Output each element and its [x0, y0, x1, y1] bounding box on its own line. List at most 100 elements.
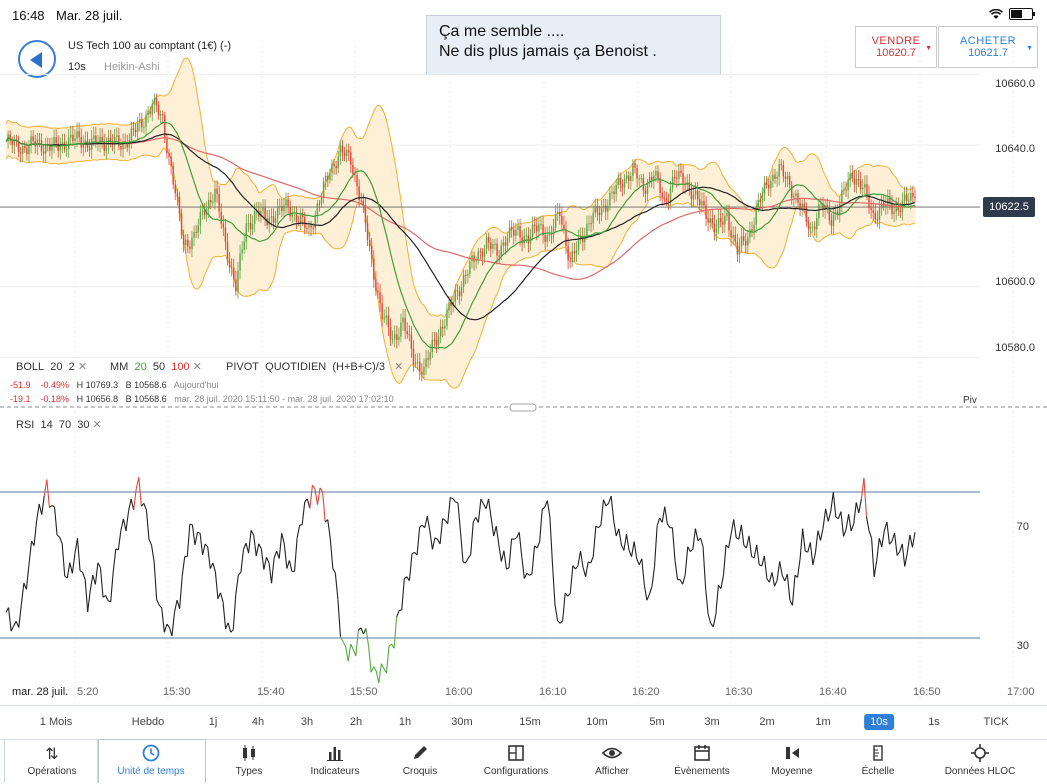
nav-afficher[interactable]: Afficher: [567, 739, 657, 783]
rsi-legend[interactable]: RSI 14 70 30 ✕: [16, 418, 102, 431]
rsi-segment: [483, 504, 486, 509]
nav-configurations[interactable]: Configurations: [471, 739, 561, 783]
timeframe-3h[interactable]: 3h: [301, 716, 313, 728]
rsi-segment: [586, 562, 589, 577]
mm-legend[interactable]: MM 20 50 100 ✕: [110, 360, 202, 373]
rsi-segment: [100, 568, 103, 598]
info-percent: -0.49%: [41, 380, 70, 390]
candle-body: [154, 98, 155, 104]
candle-body: [655, 171, 656, 175]
boll-param: 20: [50, 361, 62, 373]
rsi-segment: [463, 562, 466, 563]
candle-body: [511, 227, 512, 230]
timeframe-4h[interactable]: 4h: [252, 716, 264, 728]
info-percent: -0.18%: [41, 394, 70, 404]
candle-body: [661, 193, 662, 197]
rsi-segment: [111, 572, 114, 602]
rsi-segment: [872, 538, 875, 577]
rsi-segment: [849, 514, 852, 531]
close-icon[interactable]: ✕: [93, 419, 102, 431]
rsi-segment: [302, 502, 305, 525]
candle-body: [749, 229, 750, 237]
rsi-segment: [619, 529, 622, 545]
candle-body: [641, 178, 642, 179]
close-icon[interactable]: ✕: [193, 361, 202, 373]
rsi-segment: [563, 593, 566, 621]
candle-body: [618, 178, 619, 185]
time-tick: 15:30: [163, 686, 191, 698]
nav-label: Données HLOC: [945, 766, 1016, 777]
rsi-segment: [440, 519, 443, 544]
nav-echelle[interactable]: Échelle: [833, 739, 923, 783]
boll-legend[interactable]: BOLL 20 2 ✕: [16, 360, 87, 373]
rsi-segment: [504, 551, 507, 569]
candle-body: [235, 280, 236, 292]
candle-body: [879, 208, 880, 220]
candle-body: [229, 261, 230, 267]
rsi-segment: [713, 614, 716, 626]
rsi-segment: [558, 620, 561, 623]
candle-body: [845, 189, 846, 190]
timeframe-1h[interactable]: 1h: [399, 716, 411, 728]
rsi-segment: [731, 519, 734, 533]
candle-body: [795, 193, 796, 196]
rsi-segment: [343, 642, 346, 647]
timeframe-30m[interactable]: 30m: [451, 716, 472, 728]
nav-evenements[interactable]: Évènements: [657, 739, 747, 783]
nav-divider: [4, 739, 5, 783]
candle-body: [559, 212, 560, 216]
rsi-segment: [522, 557, 525, 579]
nav-indicateurs[interactable]: Indicateurs: [290, 739, 380, 783]
nav-moyenne[interactable]: Moyenne: [747, 739, 837, 783]
rsi-segment: [284, 544, 287, 569]
candle-body: [402, 318, 403, 323]
candle-body: [666, 198, 667, 200]
candle-body: [225, 228, 226, 242]
nav-types[interactable]: Types: [204, 739, 294, 783]
rsi-segment: [233, 594, 236, 629]
timeframe-1-mois[interactable]: 1 Mois: [40, 716, 72, 728]
nav-croquis[interactable]: Croquis: [375, 739, 465, 783]
pivot-legend[interactable]: PIVOT QUOTIDIEN (H+B+C)/3 ✕: [226, 360, 403, 373]
timeframe-15m[interactable]: 15m: [519, 716, 540, 728]
time-tick: 16:50: [913, 686, 941, 698]
timeframe-10m[interactable]: 10m: [586, 716, 607, 728]
nav-donnees-hloc[interactable]: Données HLOC: [935, 739, 1025, 783]
rsi-segment: [695, 529, 698, 541]
timeframe-hebdo[interactable]: Hebdo: [132, 716, 164, 728]
candle-body: [528, 235, 529, 243]
close-icon[interactable]: ✕: [388, 361, 403, 373]
candle-body: [319, 204, 320, 205]
close-icon[interactable]: ✕: [78, 361, 87, 373]
candle-body: [118, 135, 119, 146]
candle-body: [415, 362, 416, 364]
timeframe-2m[interactable]: 2m: [759, 716, 774, 728]
timeframe-1j[interactable]: 1j: [209, 716, 218, 728]
rsi-segment: [57, 535, 60, 537]
timeframe-1m[interactable]: 1m: [815, 716, 830, 728]
candle-body: [833, 215, 834, 226]
timeframe-tick[interactable]: TICK: [983, 716, 1008, 728]
time-tick: 16:00: [445, 686, 473, 698]
candle-body: [576, 250, 577, 253]
timeframe-10s[interactable]: 10s: [864, 714, 894, 730]
nav-unite-de-temps[interactable]: Unité de temps: [106, 739, 196, 783]
candle-body: [398, 337, 399, 340]
rsi-segment: [52, 506, 55, 507]
nav-operations[interactable]: ⇅ Opérations: [7, 739, 97, 783]
timeframe-2h[interactable]: 2h: [350, 716, 362, 728]
candle-body: [321, 197, 322, 204]
candle-body: [762, 194, 763, 202]
timeframe-3m[interactable]: 3m: [704, 716, 719, 728]
price-label: 10660.0: [995, 78, 1035, 90]
candle-body: [496, 244, 497, 256]
candle-body: [701, 201, 702, 205]
candle-body: [200, 212, 201, 226]
candle-body: [24, 146, 25, 148]
price-chart[interactable]: [0, 0, 1047, 705]
timeframe-1s[interactable]: 1s: [928, 716, 940, 728]
timeframe-5m[interactable]: 5m: [649, 716, 664, 728]
candle-body: [634, 163, 635, 168]
candle-body: [565, 230, 566, 246]
candle-body: [340, 146, 341, 157]
